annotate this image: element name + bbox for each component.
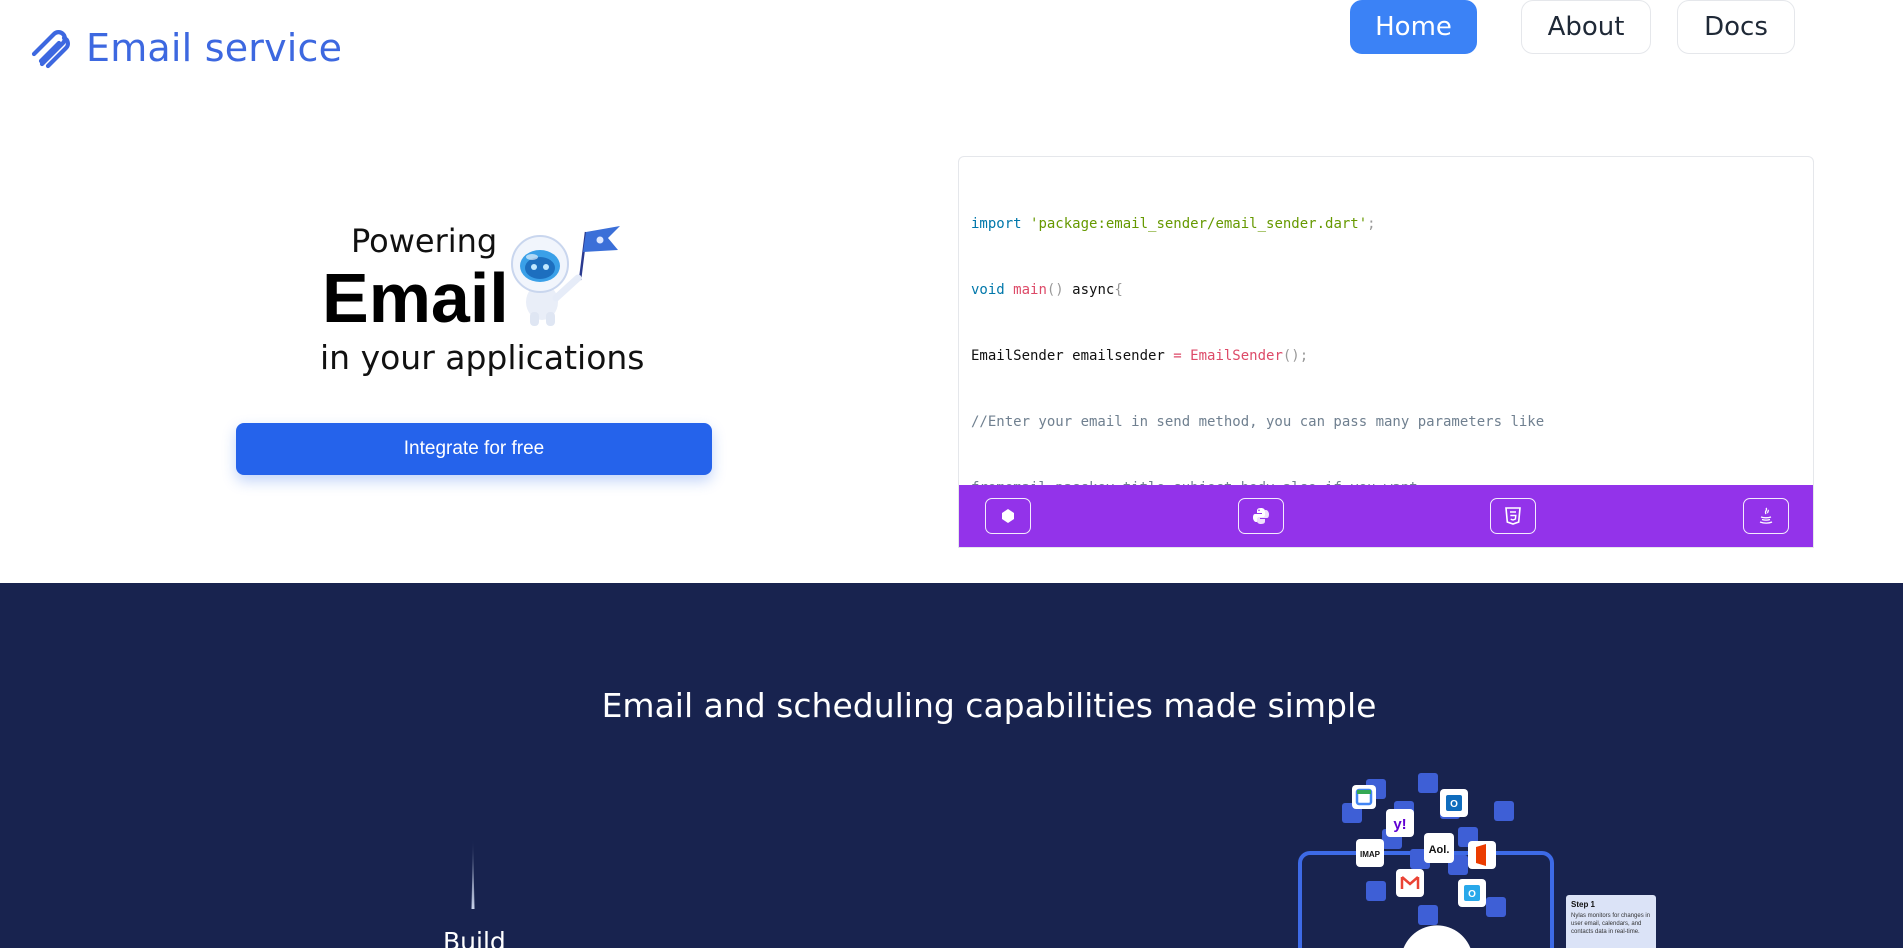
calendar-app-icon xyxy=(1352,785,1376,809)
step-card: Step 1 Nylas monitors for changes in use… xyxy=(1566,895,1656,948)
hero-line-powering: Powering xyxy=(351,222,498,260)
brand[interactable]: Email service xyxy=(28,24,342,72)
step-description: Nylas monitors for changes in user email… xyxy=(1571,913,1651,935)
office-app-icon xyxy=(1468,841,1496,869)
outlook-app-icon: O xyxy=(1440,789,1468,817)
lang-python-button[interactable] xyxy=(1237,498,1284,534)
code-punct: () xyxy=(1046,282,1064,298)
imap-label: IMAP xyxy=(1360,850,1381,859)
code-line: import 'package:email_sender/email_sende… xyxy=(971,213,1801,235)
integrate-button[interactable]: Integrate for free xyxy=(236,423,712,475)
html5-icon xyxy=(1505,507,1522,525)
hero-line-apps: in your applications xyxy=(320,338,645,377)
code-import-path: 'package:email_sender/email_sender.dart' xyxy=(1030,216,1368,232)
nav-about-button[interactable]: About xyxy=(1521,0,1651,54)
code-func: main xyxy=(1013,282,1047,298)
code-keyword: void xyxy=(971,282,1014,298)
code-punct: { xyxy=(1114,282,1123,298)
svg-text:O: O xyxy=(1450,799,1458,810)
code-operator: = EmailSender xyxy=(1173,348,1283,364)
step-title: Step 1 xyxy=(1571,900,1596,909)
svg-text:O: O xyxy=(1468,889,1476,900)
nav-docs-button[interactable]: Docs xyxy=(1677,0,1795,54)
lang-java-button[interactable] xyxy=(1742,498,1789,534)
astronaut-mascot-icon xyxy=(511,226,620,326)
code-comment: //Enter your email in send method, you c… xyxy=(971,414,1545,430)
aol-label: Aol. xyxy=(1429,844,1450,856)
brand-name: Email service xyxy=(86,26,343,70)
python-icon xyxy=(1252,508,1269,524)
svg-text:y!: y! xyxy=(1393,816,1406,833)
code-sample-card: import 'package:email_sender/email_sende… xyxy=(958,156,1814,548)
top-navbar: Email service Home About Docs xyxy=(0,0,1903,95)
aol-app-icon: Aol. xyxy=(1424,833,1454,863)
yahoo-app-icon: y! xyxy=(1386,809,1414,837)
gmail-app-icon xyxy=(1396,869,1424,897)
lang-dart-button[interactable] xyxy=(985,498,1031,534)
dart-icon xyxy=(1002,509,1014,523)
logo-icon xyxy=(31,30,70,69)
code-line: EmailSender emailsender = EmailSender(); xyxy=(971,345,1801,367)
code-line: void main() async{ xyxy=(971,279,1801,301)
code-plain: EmailSender emailsender xyxy=(971,348,1174,364)
beam-line-decoration xyxy=(471,839,475,909)
features-section: Email and scheduling capabilities made s… xyxy=(0,583,1903,948)
code-plain: async xyxy=(1063,282,1115,298)
features-title: Email and scheduling capabilities made s… xyxy=(601,686,1377,725)
outlook-mail-app-icon: O xyxy=(1458,879,1486,907)
features-build-heading: Build xyxy=(443,927,506,948)
code-punct: (); xyxy=(1282,348,1309,364)
imap-app-icon: IMAP xyxy=(1356,839,1384,867)
java-icon xyxy=(1759,507,1773,524)
language-switcher xyxy=(959,485,1813,547)
lang-html-button[interactable] xyxy=(1490,498,1537,534)
code-punct: ; xyxy=(1367,216,1376,232)
hero-line-email: Email xyxy=(322,259,509,337)
code-import-keyword: import xyxy=(971,216,1031,232)
nav-home-button[interactable]: Home xyxy=(1350,0,1477,54)
